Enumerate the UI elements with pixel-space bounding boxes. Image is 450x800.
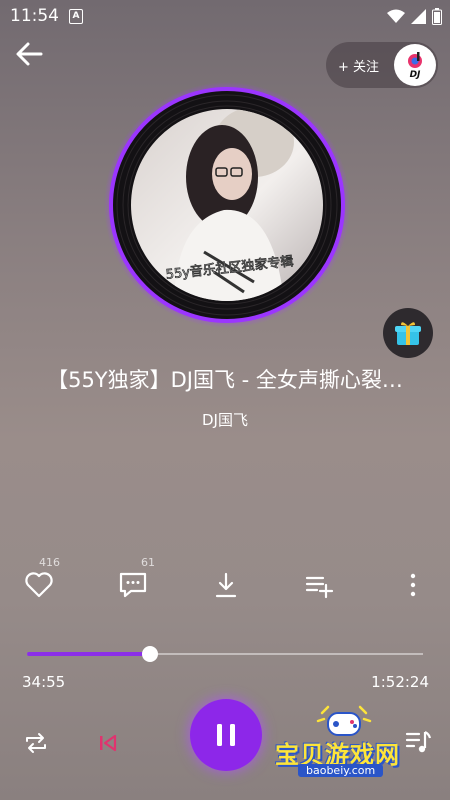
progress-fill (27, 652, 150, 656)
status-icons (387, 8, 442, 25)
action-row (0, 558, 450, 608)
back-button[interactable] (14, 40, 44, 68)
skip-previous-icon (100, 734, 117, 752)
gift-icon (395, 322, 421, 345)
more-vertical-icon (410, 573, 416, 597)
like-button[interactable] (22, 568, 56, 602)
follow-button[interactable]: + 关注 (338, 56, 379, 75)
watermark-url: baobeiy.com (298, 764, 384, 777)
playlist-add-icon (305, 576, 334, 599)
pause-icon (217, 724, 235, 746)
comment-button[interactable] (116, 568, 150, 602)
signal-icon (411, 9, 426, 24)
more-button[interactable] (396, 568, 430, 602)
play-pause-button[interactable] (190, 699, 262, 771)
dj-logo-text: DJ (410, 70, 421, 80)
album-disc: 55y音乐社区独家专辑 (104, 82, 350, 328)
previous-button[interactable] (92, 727, 124, 759)
gamepad-mascot-icon (316, 705, 372, 736)
add-to-playlist-button[interactable] (302, 568, 336, 602)
dj-logo-icon: DJ (408, 52, 422, 80)
status-bar: 11:54 A (0, 0, 450, 34)
arrow-left-icon (16, 42, 43, 66)
battery-icon (432, 8, 442, 25)
progress-knob[interactable] (141, 646, 158, 662)
artist-logo[interactable]: DJ (394, 44, 436, 86)
wifi-icon (387, 9, 405, 23)
gift-button[interactable] (383, 308, 433, 358)
download-icon (215, 572, 237, 598)
watermark: 宝贝游戏网 baobeiy.com (270, 705, 420, 785)
song-title: 【55Y独家】DJ国飞 - 全女声撕心裂… (47, 368, 403, 392)
status-time: 11:54 (10, 6, 59, 26)
current-time: 34:55 (22, 673, 66, 691)
comment-icon (119, 572, 147, 598)
repeat-icon (26, 733, 46, 753)
artist-name[interactable]: DJ国飞 (0, 409, 450, 430)
notification-a-icon: A (69, 9, 83, 24)
progress-bar[interactable] (27, 646, 423, 662)
heart-icon (25, 572, 53, 598)
download-button[interactable] (209, 568, 243, 602)
repeat-button[interactable] (20, 727, 52, 759)
total-time: 1:52:24 (371, 673, 429, 691)
